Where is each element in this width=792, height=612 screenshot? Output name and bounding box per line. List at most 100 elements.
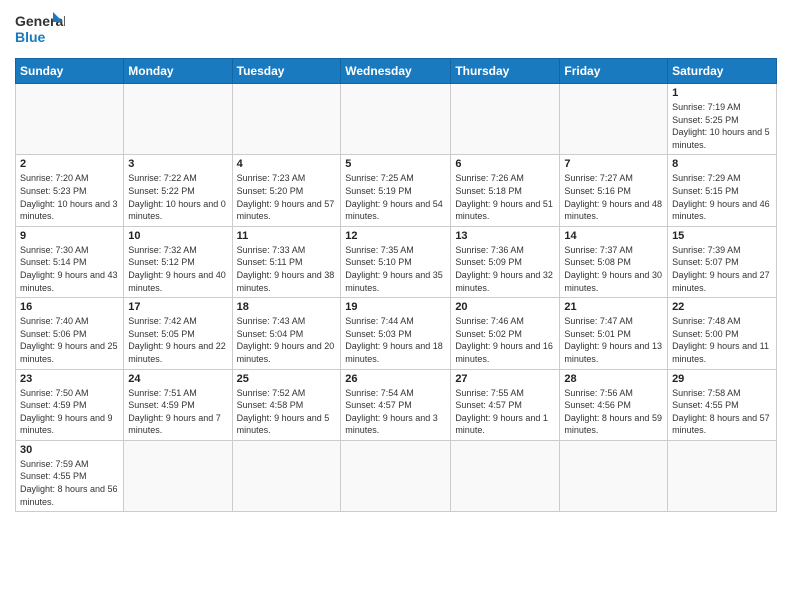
day-number: 7: [564, 158, 663, 170]
calendar-cell: 18 Sunrise: 7:43 AM Sunset: 5:04 PM Dayli…: [232, 298, 341, 369]
day-info: Sunrise: 7:52 AM Sunset: 4:58 PM Dayligh…: [237, 387, 337, 437]
day-info: Sunrise: 7:23 AM Sunset: 5:20 PM Dayligh…: [237, 172, 337, 222]
calendar-cell: 30 Sunrise: 7:59 AM Sunset: 4:55 PM Dayli…: [16, 440, 124, 511]
day-info: Sunrise: 7:20 AM Sunset: 5:23 PM Dayligh…: [20, 172, 119, 222]
day-number: 27: [455, 373, 555, 385]
logo: GeneralBlue: [15, 10, 65, 50]
calendar-cell: [232, 84, 341, 155]
calendar-cell: [341, 84, 451, 155]
calendar-cell: 7 Sunrise: 7:27 AM Sunset: 5:16 PM Daylig…: [560, 155, 668, 226]
day-number: 1: [672, 87, 772, 99]
day-info: Sunrise: 7:40 AM Sunset: 5:06 PM Dayligh…: [20, 315, 119, 365]
day-info: Sunrise: 7:48 AM Sunset: 5:00 PM Dayligh…: [672, 315, 772, 365]
calendar-cell: 10Sunrise: 7:32 AM Sunset: 5:12 PM Dayli…: [124, 226, 232, 297]
day-info: Sunrise: 7:56 AM Sunset: 4:56 PM Dayligh…: [564, 387, 663, 437]
day-info: Sunrise: 7:54 AM Sunset: 4:57 PM Dayligh…: [345, 387, 446, 437]
calendar-cell: [451, 84, 560, 155]
day-info: Sunrise: 7:36 AM Sunset: 5:09 PM Dayligh…: [455, 244, 555, 294]
calendar-cell: 8 Sunrise: 7:29 AM Sunset: 5:15 PM Daylig…: [668, 155, 777, 226]
calendar-week-row: 2 Sunrise: 7:20 AM Sunset: 5:23 PM Daylig…: [16, 155, 777, 226]
day-header-thursday: Thursday: [451, 59, 560, 84]
day-number: 13: [455, 230, 555, 242]
day-header-tuesday: Tuesday: [232, 59, 341, 84]
calendar-week-row: 30 Sunrise: 7:59 AM Sunset: 4:55 PM Dayli…: [16, 440, 777, 511]
calendar-cell: [668, 440, 777, 511]
calendar-week-row: 1 Sunrise: 7:19 AM Sunset: 5:25 PM Daylig…: [16, 84, 777, 155]
day-number: 9: [20, 230, 119, 242]
day-number: 4: [237, 158, 337, 170]
day-number: 28: [564, 373, 663, 385]
day-info: Sunrise: 7:42 AM Sunset: 5:05 PM Dayligh…: [128, 315, 227, 365]
calendar-cell: 28 Sunrise: 7:56 AM Sunset: 4:56 PM Dayli…: [560, 369, 668, 440]
calendar-cell: 29 Sunrise: 7:58 AM Sunset: 4:55 PM Dayli…: [668, 369, 777, 440]
calendar-cell: 13 Sunrise: 7:36 AM Sunset: 5:09 PM Dayli…: [451, 226, 560, 297]
calendar-cell: 11Sunrise: 7:33 AM Sunset: 5:11 PM Dayli…: [232, 226, 341, 297]
calendar-cell: 24Sunrise: 7:51 AM Sunset: 4:59 PM Dayli…: [124, 369, 232, 440]
calendar-cell: 23Sunrise: 7:50 AM Sunset: 4:59 PM Dayli…: [16, 369, 124, 440]
page-header: GeneralBlue: [15, 10, 777, 50]
day-number: 10: [128, 230, 227, 242]
calendar-cell: 5Sunrise: 7:25 AM Sunset: 5:19 PM Daylig…: [341, 155, 451, 226]
day-info: Sunrise: 7:22 AM Sunset: 5:22 PM Dayligh…: [128, 172, 227, 222]
calendar-cell: 4 Sunrise: 7:23 AM Sunset: 5:20 PM Daylig…: [232, 155, 341, 226]
day-info: Sunrise: 7:39 AM Sunset: 5:07 PM Dayligh…: [672, 244, 772, 294]
day-info: Sunrise: 7:44 AM Sunset: 5:03 PM Dayligh…: [345, 315, 446, 365]
calendar-cell: 1 Sunrise: 7:19 AM Sunset: 5:25 PM Daylig…: [668, 84, 777, 155]
day-number: 15: [672, 230, 772, 242]
calendar-cell: 17Sunrise: 7:42 AM Sunset: 5:05 PM Dayli…: [124, 298, 232, 369]
calendar-cell: 15 Sunrise: 7:39 AM Sunset: 5:07 PM Dayli…: [668, 226, 777, 297]
day-info: Sunrise: 7:33 AM Sunset: 5:11 PM Dayligh…: [237, 244, 337, 294]
day-number: 26: [345, 373, 446, 385]
calendar-cell: [124, 84, 232, 155]
day-info: Sunrise: 7:58 AM Sunset: 4:55 PM Dayligh…: [672, 387, 772, 437]
calendar-week-row: 23Sunrise: 7:50 AM Sunset: 4:59 PM Dayli…: [16, 369, 777, 440]
day-info: Sunrise: 7:29 AM Sunset: 5:15 PM Dayligh…: [672, 172, 772, 222]
day-info: Sunrise: 7:37 AM Sunset: 5:08 PM Dayligh…: [564, 244, 663, 294]
calendar-header-row: SundayMondayTuesdayWednesdayThursdayFrid…: [16, 59, 777, 84]
calendar-table: SundayMondayTuesdayWednesdayThursdayFrid…: [15, 58, 777, 512]
day-info: Sunrise: 7:30 AM Sunset: 5:14 PM Dayligh…: [20, 244, 119, 294]
day-header-sunday: Sunday: [16, 59, 124, 84]
calendar-cell: [16, 84, 124, 155]
svg-text:Blue: Blue: [15, 29, 46, 45]
calendar-cell: 14 Sunrise: 7:37 AM Sunset: 5:08 PM Dayli…: [560, 226, 668, 297]
calendar-cell: 26 Sunrise: 7:54 AM Sunset: 4:57 PM Dayli…: [341, 369, 451, 440]
day-number: 8: [672, 158, 772, 170]
calendar-week-row: 16 Sunrise: 7:40 AM Sunset: 5:06 PM Dayli…: [16, 298, 777, 369]
calendar-cell: [451, 440, 560, 511]
calendar-cell: 2 Sunrise: 7:20 AM Sunset: 5:23 PM Daylig…: [16, 155, 124, 226]
day-number: 20: [455, 301, 555, 313]
day-info: Sunrise: 7:59 AM Sunset: 4:55 PM Dayligh…: [20, 458, 119, 508]
day-info: Sunrise: 7:19 AM Sunset: 5:25 PM Dayligh…: [672, 101, 772, 151]
day-info: Sunrise: 7:27 AM Sunset: 5:16 PM Dayligh…: [564, 172, 663, 222]
day-info: Sunrise: 7:43 AM Sunset: 5:04 PM Dayligh…: [237, 315, 337, 365]
calendar-cell: 22Sunrise: 7:48 AM Sunset: 5:00 PM Dayli…: [668, 298, 777, 369]
day-info: Sunrise: 7:25 AM Sunset: 5:19 PM Dayligh…: [345, 172, 446, 222]
calendar-week-row: 9 Sunrise: 7:30 AM Sunset: 5:14 PM Daylig…: [16, 226, 777, 297]
day-number: 2: [20, 158, 119, 170]
logo-svg: GeneralBlue: [15, 10, 65, 50]
day-number: 12: [345, 230, 446, 242]
day-number: 25: [237, 373, 337, 385]
day-number: 18: [237, 301, 337, 313]
day-number: 30: [20, 444, 119, 456]
calendar-cell: [560, 84, 668, 155]
calendar-cell: [560, 440, 668, 511]
calendar-cell: 20Sunrise: 7:46 AM Sunset: 5:02 PM Dayli…: [451, 298, 560, 369]
day-number: 24: [128, 373, 227, 385]
day-number: 21: [564, 301, 663, 313]
day-header-saturday: Saturday: [668, 59, 777, 84]
calendar-cell: 9 Sunrise: 7:30 AM Sunset: 5:14 PM Daylig…: [16, 226, 124, 297]
day-number: 14: [564, 230, 663, 242]
day-number: 16: [20, 301, 119, 313]
calendar-cell: 25 Sunrise: 7:52 AM Sunset: 4:58 PM Dayli…: [232, 369, 341, 440]
calendar-cell: 16 Sunrise: 7:40 AM Sunset: 5:06 PM Dayli…: [16, 298, 124, 369]
day-info: Sunrise: 7:50 AM Sunset: 4:59 PM Dayligh…: [20, 387, 119, 437]
day-number: 19: [345, 301, 446, 313]
day-info: Sunrise: 7:55 AM Sunset: 4:57 PM Dayligh…: [455, 387, 555, 437]
day-info: Sunrise: 7:35 AM Sunset: 5:10 PM Dayligh…: [345, 244, 446, 294]
day-header-friday: Friday: [560, 59, 668, 84]
day-number: 29: [672, 373, 772, 385]
calendar-cell: 21Sunrise: 7:47 AM Sunset: 5:01 PM Dayli…: [560, 298, 668, 369]
day-number: 6: [455, 158, 555, 170]
